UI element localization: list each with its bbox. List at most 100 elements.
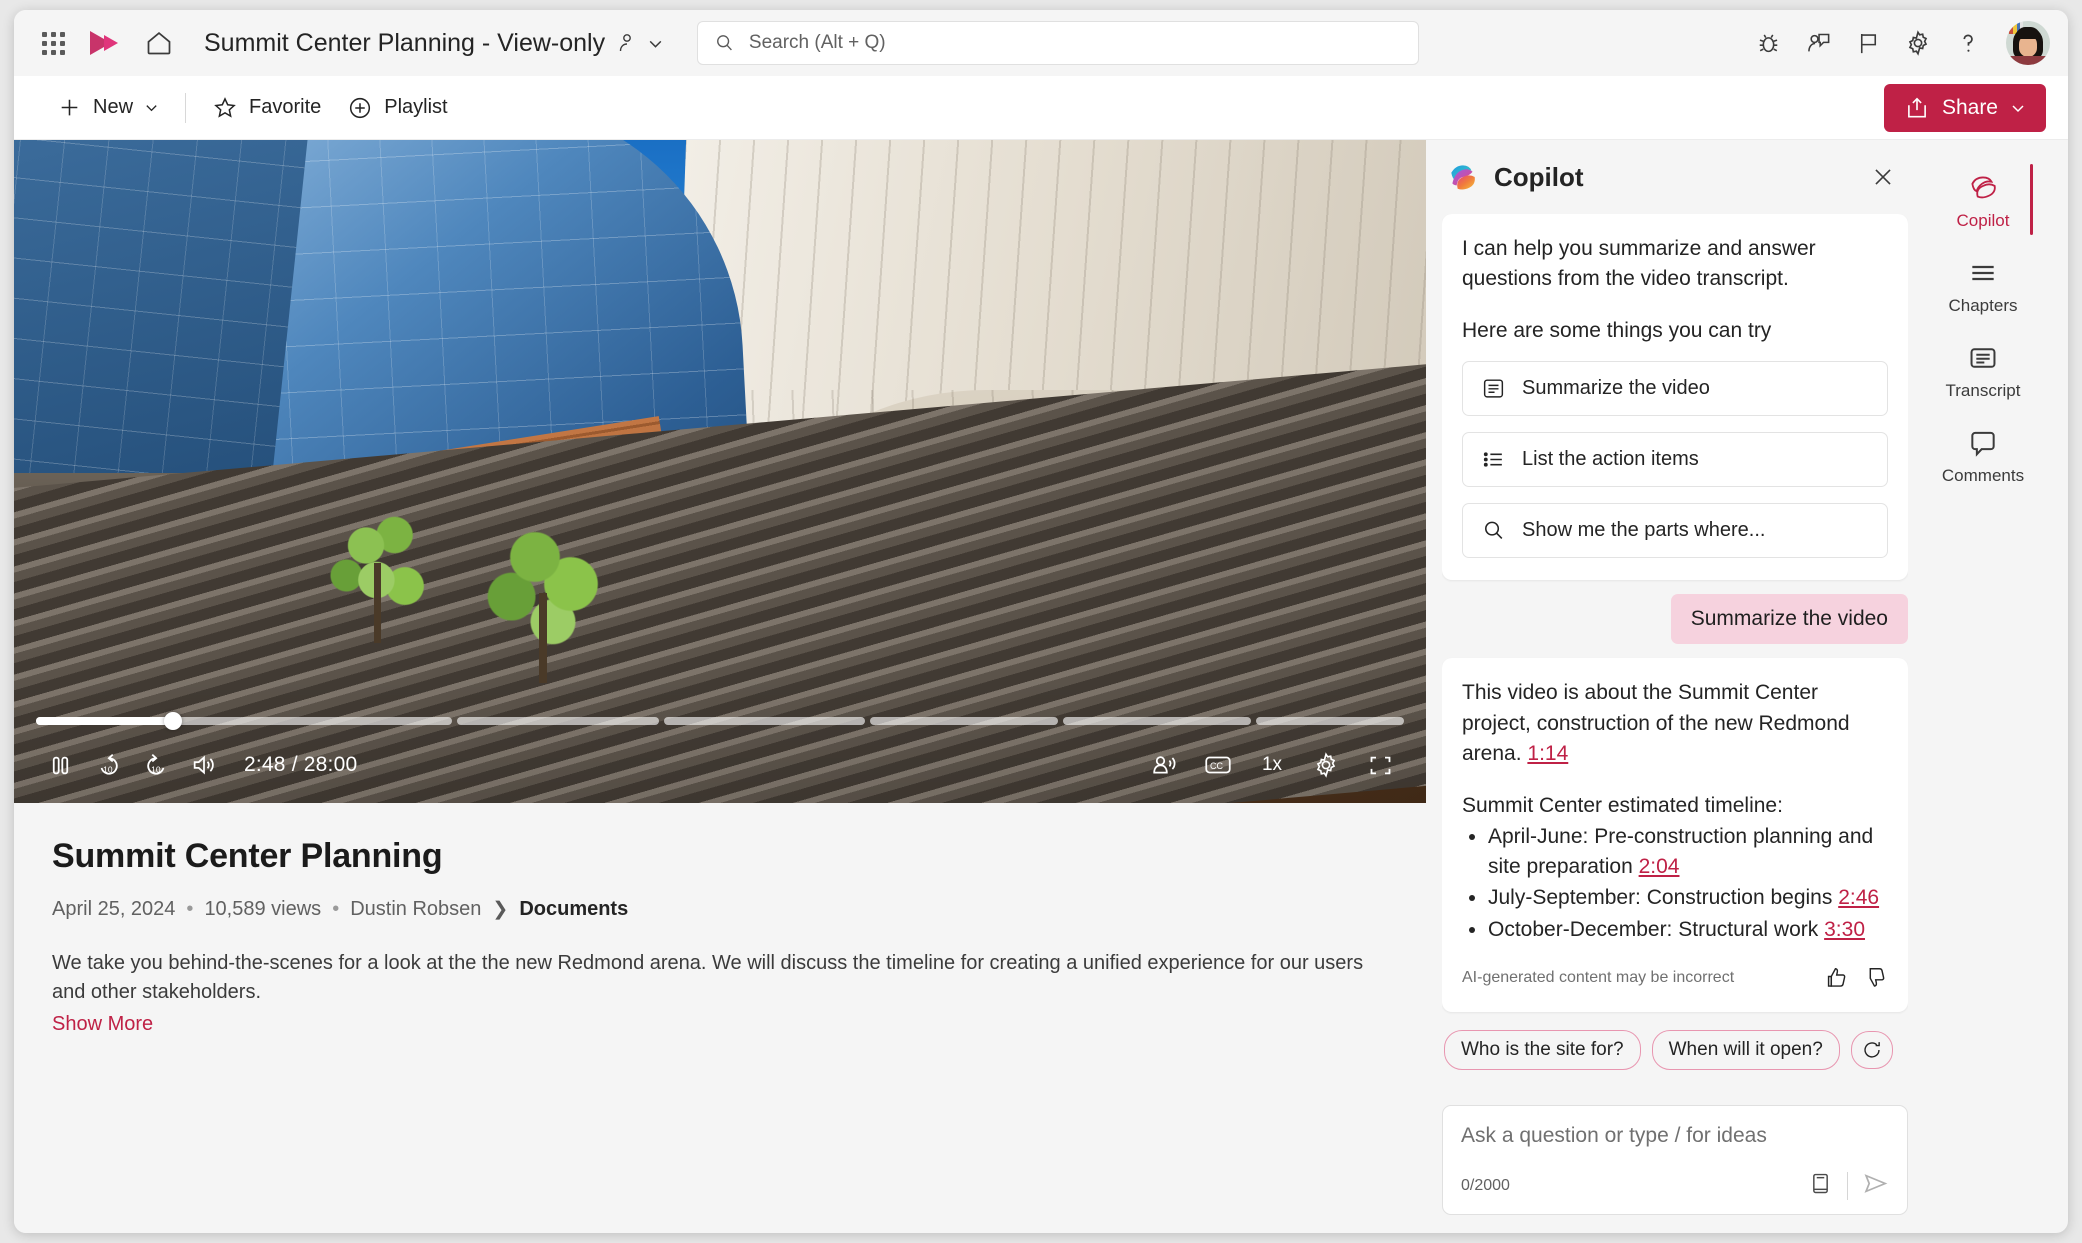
thumbs-up-icon [1827, 967, 1846, 987]
search-input[interactable] [748, 32, 1402, 54]
copilot-icon [1971, 176, 1996, 199]
sidebar-item-comments[interactable]: Comments [1931, 417, 2035, 494]
settings-button[interactable] [1894, 19, 1942, 67]
header-title: Summit Center Planning - View-only [204, 28, 606, 57]
suggestion-label: List the action items [1522, 448, 1699, 471]
suggestion-label: Summarize the video [1522, 377, 1710, 400]
ai-disclaimer: AI-generated content may be incorrect [1462, 968, 1735, 986]
suggestion-show-parts[interactable]: Show me the parts where... [1462, 503, 1888, 559]
active-indicator [2030, 164, 2033, 235]
sidebar-item-label: Copilot [1956, 211, 2010, 230]
send-button[interactable] [1862, 1170, 1889, 1202]
search-box[interactable] [697, 21, 1419, 65]
answer-intro-text: This video is about the Summit Center pr… [1462, 681, 1850, 766]
progress-scrubber[interactable] [163, 712, 182, 730]
person-feedback-icon [1807, 33, 1829, 51]
stream-logo-button[interactable] [76, 29, 132, 57]
timestamp-link[interactable]: 2:04 [1639, 855, 1680, 878]
timestamp-link[interactable]: 3:30 [1824, 918, 1865, 941]
plus-icon [61, 99, 78, 116]
progress-chapter-segment[interactable] [36, 717, 453, 725]
closed-captions-icon: CC [1205, 756, 1231, 774]
video-controls: 10 10 2:48 / 28:00 CC 1x [14, 737, 1426, 793]
copilot-answer-card: This video is about the Summit Center pr… [1442, 658, 1908, 1012]
separator-dot: • [186, 898, 194, 920]
video-player[interactable]: 10 10 2:48 / 28:00 CC 1x [14, 140, 1426, 803]
volume-button[interactable] [180, 741, 228, 789]
composer-actions [1808, 1170, 1889, 1202]
rewind-10-icon: 10 [100, 753, 118, 775]
video-settings-button[interactable] [1302, 741, 1350, 789]
progress-chapter-segment[interactable] [663, 717, 866, 725]
home-icon [147, 31, 171, 55]
progress-chapter-segment[interactable] [1256, 717, 1404, 725]
chevron-down-icon [146, 105, 157, 112]
copilot-input[interactable] [1461, 1124, 1889, 1148]
timestamp-link[interactable]: 1:14 [1527, 742, 1568, 765]
command-bar: New Favorite Playlist Share [14, 76, 2068, 140]
feedback-buttons [1824, 965, 1888, 990]
location-link[interactable]: Documents [519, 898, 628, 921]
share-button[interactable]: Share [1883, 83, 2046, 132]
copilot-intro-card: I can help you summarize and answer ques… [1442, 214, 1908, 581]
show-more-link[interactable]: Show More [52, 1013, 1388, 1036]
prompt-book-icon [1813, 1173, 1828, 1194]
video-metadata: Summit Center Planning April 25, 2024 • … [14, 803, 1426, 1036]
timestamp-link[interactable]: 2:46 [1838, 886, 1879, 909]
bug-icon [1759, 34, 1777, 52]
star-icon [214, 96, 236, 118]
sidebar-item-chapters[interactable]: Chapters [1931, 247, 2035, 324]
video-column: 10 10 2:48 / 28:00 CC 1x Summit Center P… [14, 140, 1426, 1233]
refresh-suggestions-button[interactable] [1850, 1031, 1893, 1069]
suggestion-summarize[interactable]: Summarize the video [1462, 361, 1888, 417]
svg-text:CC: CC [1210, 761, 1223, 771]
share-icon [1908, 97, 1926, 117]
add-circle-icon [350, 97, 371, 118]
rewind-10-button[interactable]: 10 [84, 741, 132, 789]
suggestion-label: Show me the parts where... [1522, 519, 1766, 542]
help-button[interactable] [1944, 19, 1992, 67]
prompt-book-button[interactable] [1808, 1171, 1833, 1201]
progress-chapter-segment[interactable] [457, 717, 659, 725]
playlist-button[interactable]: Playlist [334, 87, 460, 129]
progress-chapter-segment[interactable] [1063, 717, 1252, 725]
report-bug-button[interactable] [1744, 19, 1792, 67]
sidebar-item-label: Transcript [1945, 381, 2021, 400]
pause-button[interactable] [36, 741, 84, 789]
thumbs-up-button[interactable] [1824, 965, 1849, 990]
speaker-person-icon [1153, 756, 1176, 774]
forward-10-button[interactable]: 10 [132, 741, 180, 789]
video-title-menu[interactable]: Summit Center Planning - View-only [198, 24, 670, 63]
video-description: We take you behind-the-scenes for a look… [52, 952, 1364, 1003]
suggestion-action-items[interactable]: List the action items [1462, 432, 1888, 488]
favorite-button[interactable]: Favorite [199, 87, 334, 129]
close-copilot-button[interactable] [1862, 156, 1904, 198]
flag-button[interactable] [1844, 19, 1892, 67]
home-button[interactable] [132, 20, 186, 66]
avatar[interactable] [2006, 21, 2050, 65]
chip-who-is-site-for[interactable]: Who is the site for? [1444, 1030, 1641, 1070]
refresh-icon [1864, 1042, 1880, 1058]
search-icon [717, 35, 732, 51]
list-item: July-September: Construction begins 2:46 [1488, 883, 1888, 913]
noise-suppression-button[interactable] [1140, 741, 1188, 789]
author-link[interactable]: Dustin Robsen [350, 898, 481, 921]
copilot-panel: Copilot I can help you summarize and ans… [1426, 140, 1924, 1233]
list-item: April-June: Pre-construction planning an… [1488, 822, 1888, 882]
playback-speed-button[interactable]: 1x [1248, 741, 1296, 789]
transcript-icon [1970, 348, 1996, 368]
new-button[interactable]: New [44, 87, 172, 128]
feedback-button[interactable] [1794, 19, 1842, 67]
fullscreen-button[interactable] [1356, 741, 1404, 789]
video-progress-bar[interactable] [36, 712, 1404, 730]
sidebar-item-transcript[interactable]: Transcript [1931, 332, 2035, 409]
chip-when-will-it-open[interactable]: When will it open? [1651, 1030, 1840, 1070]
stream-app-window: Summit Center Planning - View-only Searc… [14, 10, 2068, 1233]
gear-icon [1908, 30, 1928, 56]
sidebar-item-copilot[interactable]: Copilot [1931, 160, 2035, 239]
captions-button[interactable]: CC [1194, 741, 1242, 789]
app-launcher-button[interactable] [30, 20, 76, 66]
thumbs-down-button[interactable] [1863, 965, 1888, 990]
progress-chapter-segment[interactable] [870, 717, 1059, 725]
new-label: New [93, 96, 134, 118]
